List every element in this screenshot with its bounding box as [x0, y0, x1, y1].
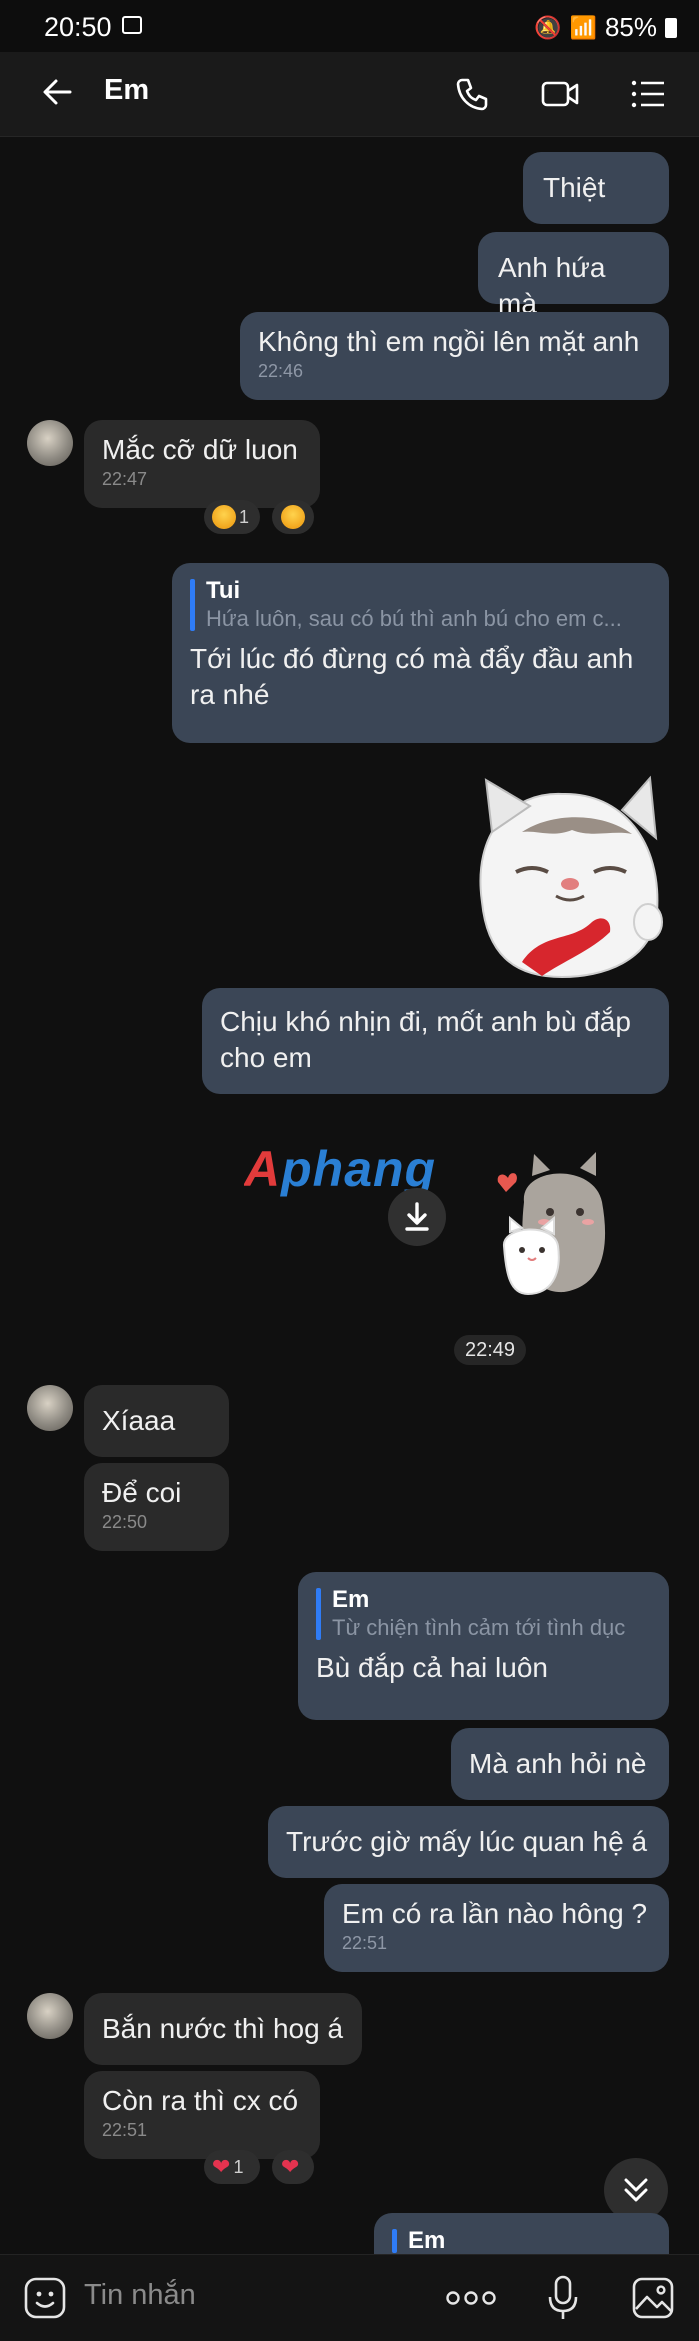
- download-button[interactable]: [388, 1188, 446, 1246]
- message-bubble-incoming[interactable]: Để coi 22:50: [84, 1463, 229, 1551]
- message-bubble-outgoing-reply[interactable]: Em Từ chiện tình cảm tới tình dục Bù đắp…: [298, 1572, 669, 1720]
- message-bubble-outgoing[interactable]: Không thì em ngồi lên mặt anh 22:46: [240, 312, 669, 400]
- chat-header: Em: [0, 52, 699, 137]
- message-bubble-incoming[interactable]: Bắn nước thì hog á: [84, 1993, 362, 2065]
- image-notification-icon: [122, 16, 142, 34]
- download-icon: [405, 1202, 429, 1231]
- message-text: Để coi: [102, 1477, 182, 1508]
- contact-name[interactable]: Em: [104, 74, 149, 107]
- message-text: Mà anh hỏi nè: [469, 1748, 647, 1779]
- message-bubble-incoming[interactable]: Xíaaa: [84, 1385, 229, 1457]
- message-bubble-outgoing[interactable]: Chịu khó nhịn đi, mốt anh bù đắp cho em: [202, 988, 669, 1094]
- microphone-icon[interactable]: [540, 2273, 586, 2323]
- message-text: Còn ra thì cx có: [102, 2085, 299, 2116]
- message-text: Bù đắp cả hai luôn: [316, 1652, 548, 1683]
- laughing-emoji-icon: [281, 505, 305, 529]
- message-bubble-outgoing[interactable]: Thiệt: [523, 152, 669, 224]
- message-bubble-outgoing[interactable]: Em có ra lần nào hông ? 22:51: [324, 1884, 669, 1972]
- message-timestamp: 22:51: [102, 2120, 148, 2140]
- quoted-message[interactable]: Em: [392, 2227, 651, 2255]
- more-options-icon[interactable]: [444, 2281, 498, 2315]
- message-text: Em có ra lần nào hông ?: [342, 1898, 648, 1929]
- message-text: Thiệt: [543, 172, 606, 203]
- message-bubble-outgoing[interactable]: Mà anh hỏi nè: [451, 1728, 669, 1800]
- message-bubble-outgoing[interactable]: Anh hứa mà: [478, 232, 669, 319]
- battery-percentage: 85%: [604, 12, 657, 42]
- add-reaction-button[interactable]: [272, 500, 314, 534]
- sticker-smiley-icon[interactable]: [22, 2275, 68, 2321]
- message-text: Xíaaa: [102, 1405, 176, 1436]
- message-timestamp: 22:50: [102, 1512, 148, 1532]
- cat-sticker[interactable]: [452, 772, 672, 978]
- message-bubble-incoming[interactable]: Mắc cỡ dữ luon 22:47: [84, 420, 320, 508]
- status-icons: 🔕 📶 85%: [534, 12, 677, 43]
- add-reaction-button[interactable]: ❤: [272, 2150, 314, 2184]
- quoted-text: Từ chiện tình cảm tới tình dục: [332, 1615, 626, 1640]
- quoted-message[interactable]: Tui Hứa luôn, sau có bú thì anh bú cho e…: [190, 577, 651, 633]
- quoted-sender: Tui: [206, 577, 241, 604]
- reaction-count: 1: [233, 2156, 244, 2177]
- reaction-chip[interactable]: 1: [204, 500, 260, 534]
- message-timestamp: 22:47: [102, 469, 148, 489]
- reaction-chip[interactable]: ❤ 1: [204, 2150, 260, 2184]
- message-bubble-outgoing-reply[interactable]: Tui Hứa luôn, sau có bú thì anh bú cho e…: [172, 563, 669, 743]
- message-text-line: Tới lúc đó đừng có mà đẩy đầu anh: [190, 643, 634, 674]
- message-timestamp: 22:51: [342, 1933, 388, 1953]
- wifi-icon: 📶: [569, 14, 597, 40]
- message-timestamp: 22:46: [258, 361, 304, 381]
- laughing-emoji-icon: [212, 505, 236, 529]
- quoted-sender: Em: [332, 1586, 370, 1613]
- time-divider: 22:49: [454, 1335, 526, 1365]
- heart-emoji-icon: ❤: [281, 2154, 300, 2179]
- avatar[interactable]: [27, 1993, 73, 2039]
- message-text: Bắn nước thì hog á: [102, 2013, 344, 2044]
- quoted-sender: Em: [408, 2227, 446, 2254]
- message-bubble-outgoing[interactable]: Trước giờ mấy lúc quan hệ á: [268, 1806, 669, 1878]
- status-time: 20:50: [44, 12, 112, 42]
- message-text-line: ra nhé: [190, 679, 270, 710]
- heart-emoji-icon: ❤: [212, 2154, 231, 2179]
- status-bar: 20:50 🔕 📶 85%: [0, 0, 699, 52]
- hugging-cats-sticker[interactable]: [484, 1146, 640, 1296]
- menu-list-icon[interactable]: [626, 72, 670, 116]
- message-text: Mắc cỡ dữ luon: [102, 434, 298, 465]
- message-composer: Tin nhắn: [0, 2254, 699, 2341]
- mute-icon: 🔕: [534, 14, 562, 40]
- reaction-count: 1: [239, 506, 250, 527]
- message-text-line: Chịu khó nhịn đi, mốt anh bù đắp: [220, 1006, 631, 1037]
- video-call-icon[interactable]: [538, 72, 582, 116]
- message-bubble-incoming[interactable]: Còn ra thì cx có 22:51: [84, 2071, 320, 2159]
- message-text-line: cho em: [220, 1042, 312, 1073]
- quoted-message[interactable]: Em Từ chiện tình cảm tới tình dục: [316, 1586, 651, 1642]
- message-text: Trước giờ mấy lúc quan hệ á: [286, 1826, 648, 1857]
- back-arrow-icon[interactable]: [36, 70, 80, 114]
- avatar[interactable]: [27, 420, 73, 466]
- avatar[interactable]: [27, 1385, 73, 1431]
- message-input[interactable]: Tin nhắn: [84, 2279, 196, 2312]
- message-text: Không thì em ngồi lên mặt anh: [258, 326, 640, 357]
- message-text: Anh hứa mà: [498, 252, 606, 319]
- phone-call-icon[interactable]: [450, 72, 494, 116]
- quoted-text: Hứa luôn, sau có bú thì anh bú cho em c.…: [206, 606, 622, 631]
- battery-icon: [665, 17, 677, 38]
- gallery-image-icon[interactable]: [630, 2275, 676, 2321]
